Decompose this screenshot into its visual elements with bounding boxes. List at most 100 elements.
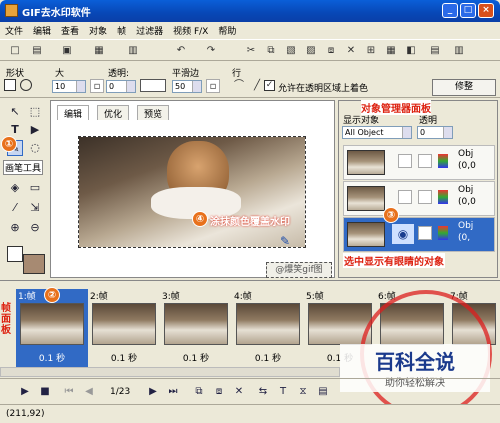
minimize-button[interactable]: _ bbox=[442, 3, 458, 18]
select-icon[interactable]: ⬚ bbox=[27, 104, 43, 120]
delete-icon[interactable]: ✕ bbox=[344, 44, 358, 58]
reverse-icon[interactable]: ⇆ bbox=[256, 385, 270, 399]
lasso-icon[interactable]: ◌ bbox=[27, 140, 43, 156]
zoom-out-icon[interactable]: ⊖ bbox=[27, 220, 43, 236]
close-button[interactable]: × bbox=[478, 3, 494, 18]
zoom-in-icon[interactable]: ⊕ bbox=[7, 220, 23, 236]
maximize-button[interactable]: □ bbox=[460, 3, 476, 18]
menu-view[interactable]: 查看 bbox=[56, 22, 84, 37]
object-row[interactable]: Obj (0,0 bbox=[343, 181, 495, 216]
eye-icon[interactable]: ◉ bbox=[392, 224, 414, 244]
paste-icon[interactable]: ▧ bbox=[284, 44, 298, 58]
visibility-toggle[interactable] bbox=[398, 190, 412, 204]
menu-filter[interactable]: 过滤器 bbox=[131, 22, 168, 37]
menu-edit[interactable]: 编辑 bbox=[28, 22, 56, 37]
paste-frame-icon[interactable]: ▨ bbox=[304, 44, 318, 58]
eraser-icon[interactable]: ▭ bbox=[27, 180, 43, 196]
object-row[interactable]: Obj (0,0 bbox=[343, 145, 495, 180]
menu-frame[interactable]: 帧 bbox=[112, 22, 131, 37]
prev-frame-icon[interactable]: ◀ bbox=[82, 385, 96, 399]
status-bar: (211,92) bbox=[0, 404, 500, 423]
menu-help[interactable]: 帮助 bbox=[213, 22, 241, 37]
open-folder-icon[interactable]: ▤ bbox=[30, 44, 44, 58]
frame-thumb[interactable]: 2:帧 0.1 秒 bbox=[88, 289, 160, 367]
menu-bar: 文件 编辑 查看 对象帧过滤器 视频 F/X 帮助 bbox=[0, 22, 500, 38]
smooth-input[interactable]: 50 bbox=[172, 80, 202, 93]
frame-image bbox=[164, 303, 228, 345]
add-frame-icon[interactable]: ⧉ bbox=[192, 385, 206, 399]
new-icon[interactable]: □ bbox=[8, 44, 22, 58]
frame-delay[interactable]: 0.1 秒 bbox=[88, 351, 160, 364]
help-icon[interactable]: ▥ bbox=[452, 44, 466, 58]
diagonal-line-icon[interactable]: ╱ bbox=[250, 79, 264, 93]
menu-object[interactable]: 对象 bbox=[84, 22, 112, 37]
stop-icon[interactable]: ■ bbox=[38, 385, 52, 399]
visibility-toggle[interactable] bbox=[398, 154, 412, 168]
grid-icon[interactable]: ▦ bbox=[384, 44, 398, 58]
palette-icon bbox=[438, 154, 448, 168]
frame-delay[interactable]: 0.1 秒 bbox=[232, 351, 304, 364]
square-shape-icon[interactable] bbox=[4, 79, 16, 91]
export-icon[interactable]: ▤ bbox=[316, 385, 330, 399]
main-toolbar: □ ▤ ▣ ▦ ▥ ↶ ↷ ✂ ⧉ ▧ ▨ ⧈ ✕ ⊞ ▦ ◧ ▤ ▥ bbox=[0, 39, 500, 61]
cut-icon[interactable]: ✂ bbox=[244, 44, 258, 58]
title-bar: GIF去水印软件 _ □ × bbox=[0, 0, 500, 22]
palette-icon[interactable]: ◧ bbox=[404, 44, 418, 58]
text-frame-icon[interactable]: T bbox=[276, 385, 290, 399]
gif-canvas-image[interactable] bbox=[78, 136, 306, 248]
show-objects-select[interactable]: All Object bbox=[342, 126, 412, 139]
frame-thumb[interactable]: 4:帧 0.1 秒 bbox=[232, 289, 304, 367]
annotation-3-text: 选中显示有眼睛的对象 bbox=[343, 253, 445, 268]
frame-thumb[interactable]: 3:帧 0.1 秒 bbox=[160, 289, 232, 367]
frame-delay[interactable]: 0.1 秒 bbox=[160, 351, 232, 364]
lock-toggle[interactable] bbox=[418, 154, 432, 168]
fill-icon[interactable]: ◈ bbox=[7, 180, 23, 196]
next-frame-icon[interactable]: ▶ bbox=[146, 385, 160, 399]
modify-button[interactable]: 修整 bbox=[432, 79, 496, 96]
property-bar: 形状 大 10 ▫ 透明: 0 平滑边 50 ▫ 行 ⌒ ╱ ✓ 允许在透明区域… bbox=[0, 62, 500, 98]
duplicate-frame-icon[interactable]: ⧈ bbox=[212, 385, 226, 399]
transition-icon[interactable]: ⧖ bbox=[296, 385, 310, 399]
allow-transparent-checkbox[interactable]: ✓ bbox=[264, 80, 275, 91]
frame-scrollbar[interactable] bbox=[0, 367, 340, 377]
play-icon[interactable]: ▶ bbox=[18, 385, 32, 399]
background-color[interactable] bbox=[23, 254, 45, 274]
delete-frame-icon[interactable]: ✕ bbox=[232, 385, 246, 399]
line-tool-icon[interactable]: ⌒ bbox=[232, 79, 246, 93]
circle-shape-icon[interactable] bbox=[20, 79, 32, 91]
annotation-2-marker: ② bbox=[44, 287, 60, 303]
object-row-selected[interactable]: ◉ Obj (0, bbox=[343, 217, 495, 252]
menu-file[interactable]: 文件 bbox=[0, 22, 28, 37]
size-preset-icon[interactable]: ▫ bbox=[90, 79, 104, 93]
crop-icon[interactable]: ⊞ bbox=[364, 44, 378, 58]
first-frame-icon[interactable]: ⏮ bbox=[62, 385, 76, 399]
size-label: 大 bbox=[55, 69, 65, 79]
brush-cursor-icon: ✎ bbox=[280, 234, 291, 248]
tab-optimize[interactable]: 优化 bbox=[97, 105, 130, 120]
frame-delay[interactable]: 0.1 秒 bbox=[16, 351, 88, 364]
save-icon[interactable]: ▣ bbox=[60, 44, 74, 58]
lock-toggle[interactable] bbox=[418, 226, 432, 240]
size-input[interactable]: 10 bbox=[52, 80, 86, 93]
opacity-input[interactable]: 0 bbox=[106, 80, 136, 93]
pointer-icon[interactable]: ↖ bbox=[7, 104, 23, 120]
copy-icon[interactable]: ⧉ bbox=[264, 44, 278, 58]
frame-icon[interactable]: ▥ bbox=[126, 44, 140, 58]
foreground-color[interactable] bbox=[7, 246, 23, 262]
duplicate-icon[interactable]: ⧈ bbox=[324, 44, 338, 58]
color-swatch[interactable] bbox=[140, 79, 166, 92]
eyedropper-icon[interactable]: ⁄ bbox=[7, 200, 23, 216]
redo-icon[interactable]: ↷ bbox=[204, 44, 218, 58]
panel-opacity-input[interactable]: 0 bbox=[417, 126, 453, 139]
import-image-icon[interactable]: ▦ bbox=[92, 44, 106, 58]
menu-video-fx[interactable]: 视频 F/X bbox=[168, 22, 213, 37]
tab-edit[interactable]: 编辑 bbox=[57, 105, 90, 120]
smooth-preset-icon[interactable]: ▫ bbox=[206, 79, 220, 93]
lock-toggle[interactable] bbox=[418, 190, 432, 204]
undo-icon[interactable]: ↶ bbox=[174, 44, 188, 58]
tab-preview[interactable]: 预览 bbox=[137, 105, 170, 120]
scale-icon[interactable]: ⇲ bbox=[27, 200, 43, 216]
properties-icon[interactable]: ▤ bbox=[428, 44, 442, 58]
play-tool-icon[interactable]: ▶ bbox=[27, 122, 43, 138]
last-frame-icon[interactable]: ⏭ bbox=[166, 385, 180, 399]
